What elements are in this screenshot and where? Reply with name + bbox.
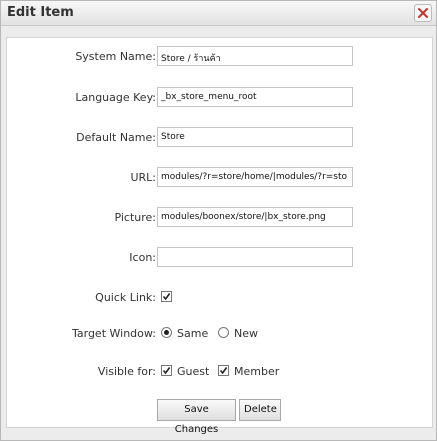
icon-input[interactable] (157, 247, 353, 267)
row-system-name: System Name: Store / ร้านค้า (7, 45, 432, 69)
target-new-label: New (234, 327, 258, 340)
dialog-titlebar: Edit Item (1, 1, 436, 26)
row-visible-for: Visible for: Guest Member (7, 360, 432, 384)
row-url: URL: modules/?r=store/home/|modules/?r=s… (7, 166, 432, 190)
quick-link-checkbox[interactable] (161, 291, 172, 302)
language-key-label: Language Key: (75, 91, 156, 104)
target-same-radio[interactable] (161, 327, 172, 338)
row-target-window: Target Window: Same New (7, 322, 432, 346)
dialog-title: Edit Item (7, 5, 74, 20)
save-changes-button[interactable]: Save Changes (157, 399, 236, 435)
picture-input[interactable]: modules/boonex/store/|bx_store.png (157, 207, 353, 227)
system-name-label: System Name: (75, 50, 156, 63)
url-label: URL: (130, 171, 156, 184)
icon-label: Icon: (129, 251, 156, 264)
row-quick-link: Quick Link: (7, 286, 432, 310)
url-input[interactable]: modules/?r=store/home/|modules/?r=sto (157, 167, 353, 187)
row-picture: Picture: modules/boonex/store/|bx_store.… (7, 206, 432, 230)
row-language-key: Language Key: _bx_store_menu_root (7, 86, 432, 110)
default-name-label: Default Name: (76, 131, 156, 144)
system-name-input[interactable]: Store / ร้านค้า (157, 46, 353, 66)
checkmark-icon (162, 367, 171, 375)
close-icon (418, 8, 428, 18)
delete-button[interactable]: Delete (239, 399, 281, 421)
visible-member-checkbox[interactable] (218, 365, 229, 376)
default-name-input[interactable]: Store (157, 127, 353, 147)
visible-guest-label: Guest (177, 365, 210, 378)
target-same-label: Same (177, 327, 209, 340)
form-panel: System Name: Store / ร้านค้า Language Ke… (6, 37, 433, 428)
row-default-name: Default Name: Store (7, 126, 432, 150)
language-key-input[interactable]: _bx_store_menu_root (157, 87, 353, 107)
checkmark-icon (162, 293, 171, 301)
close-button[interactable] (414, 4, 432, 22)
picture-label: Picture: (114, 211, 156, 224)
edit-item-dialog: Edit Item System Name: Store / ร้านค้า L… (0, 0, 437, 441)
checkmark-icon (219, 367, 228, 375)
target-new-radio[interactable] (218, 327, 229, 338)
quick-link-label: Quick Link: (95, 291, 156, 304)
target-window-label: Target Window: (71, 327, 156, 340)
visible-member-label: Member (234, 365, 280, 378)
visible-guest-checkbox[interactable] (161, 365, 172, 376)
visible-for-label: Visible for: (97, 365, 156, 378)
row-icon: Icon: (7, 246, 432, 270)
